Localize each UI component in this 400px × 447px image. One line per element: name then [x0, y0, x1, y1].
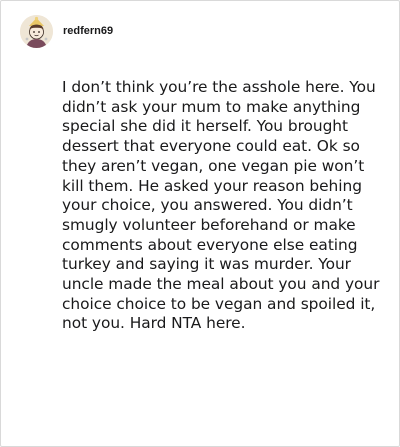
comment-card: redfern69 I don’t think you’re the assho… — [0, 0, 400, 447]
user-avatar-icon[interactable] — [20, 15, 53, 48]
comment-body: I don’t think you’re the asshole here. Y… — [62, 78, 380, 333]
username[interactable]: redfern69 — [63, 25, 113, 37]
avatar-illustration — [20, 15, 53, 48]
comment-header: redfern69 — [20, 15, 113, 48]
